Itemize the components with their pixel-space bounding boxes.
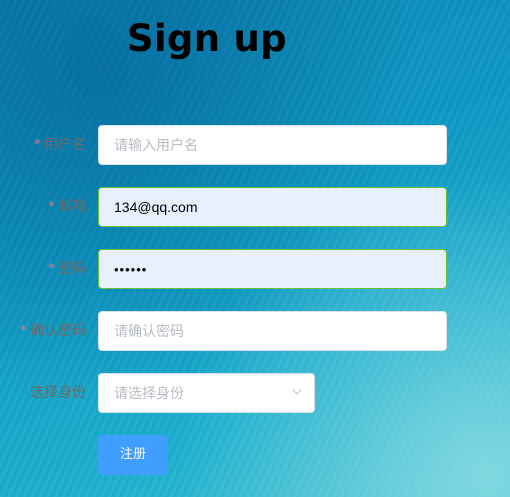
identity-form-item: 选择身份 请选择身份	[0, 373, 510, 413]
email-label: * 邮箱	[48, 187, 86, 227]
required-mark: *	[48, 261, 55, 277]
password-label: * 密码	[48, 249, 86, 289]
page-title: Sign up	[127, 17, 287, 60]
confirm-password-label: * 确认密码	[20, 311, 86, 351]
chevron-down-icon	[292, 389, 302, 395]
register-button[interactable]: 注册	[98, 435, 168, 475]
password-label-text: 密码	[58, 261, 86, 277]
username-input[interactable]	[98, 125, 447, 165]
confirm-password-form-item: * 确认密码	[0, 311, 510, 351]
email-input[interactable]	[98, 187, 447, 227]
required-mark: *	[48, 199, 55, 215]
password-input[interactable]	[98, 249, 447, 289]
username-label-text: 用户名	[44, 137, 86, 153]
identity-select[interactable]: 请选择身份	[98, 373, 315, 413]
confirm-password-label-text: 确认密码	[30, 323, 86, 339]
email-form-item: * 邮箱	[0, 187, 510, 227]
email-label-text: 邮箱	[58, 199, 86, 215]
username-form-item: * 用户名	[0, 125, 510, 165]
confirm-password-input[interactable]	[98, 311, 447, 351]
required-mark: *	[20, 323, 27, 339]
identity-label: 选择身份	[30, 385, 86, 401]
identity-select-placeholder: 请选择身份	[114, 385, 184, 401]
password-form-item: * 密码	[0, 249, 510, 289]
username-label: * 用户名	[34, 125, 86, 165]
required-mark: *	[34, 137, 41, 153]
